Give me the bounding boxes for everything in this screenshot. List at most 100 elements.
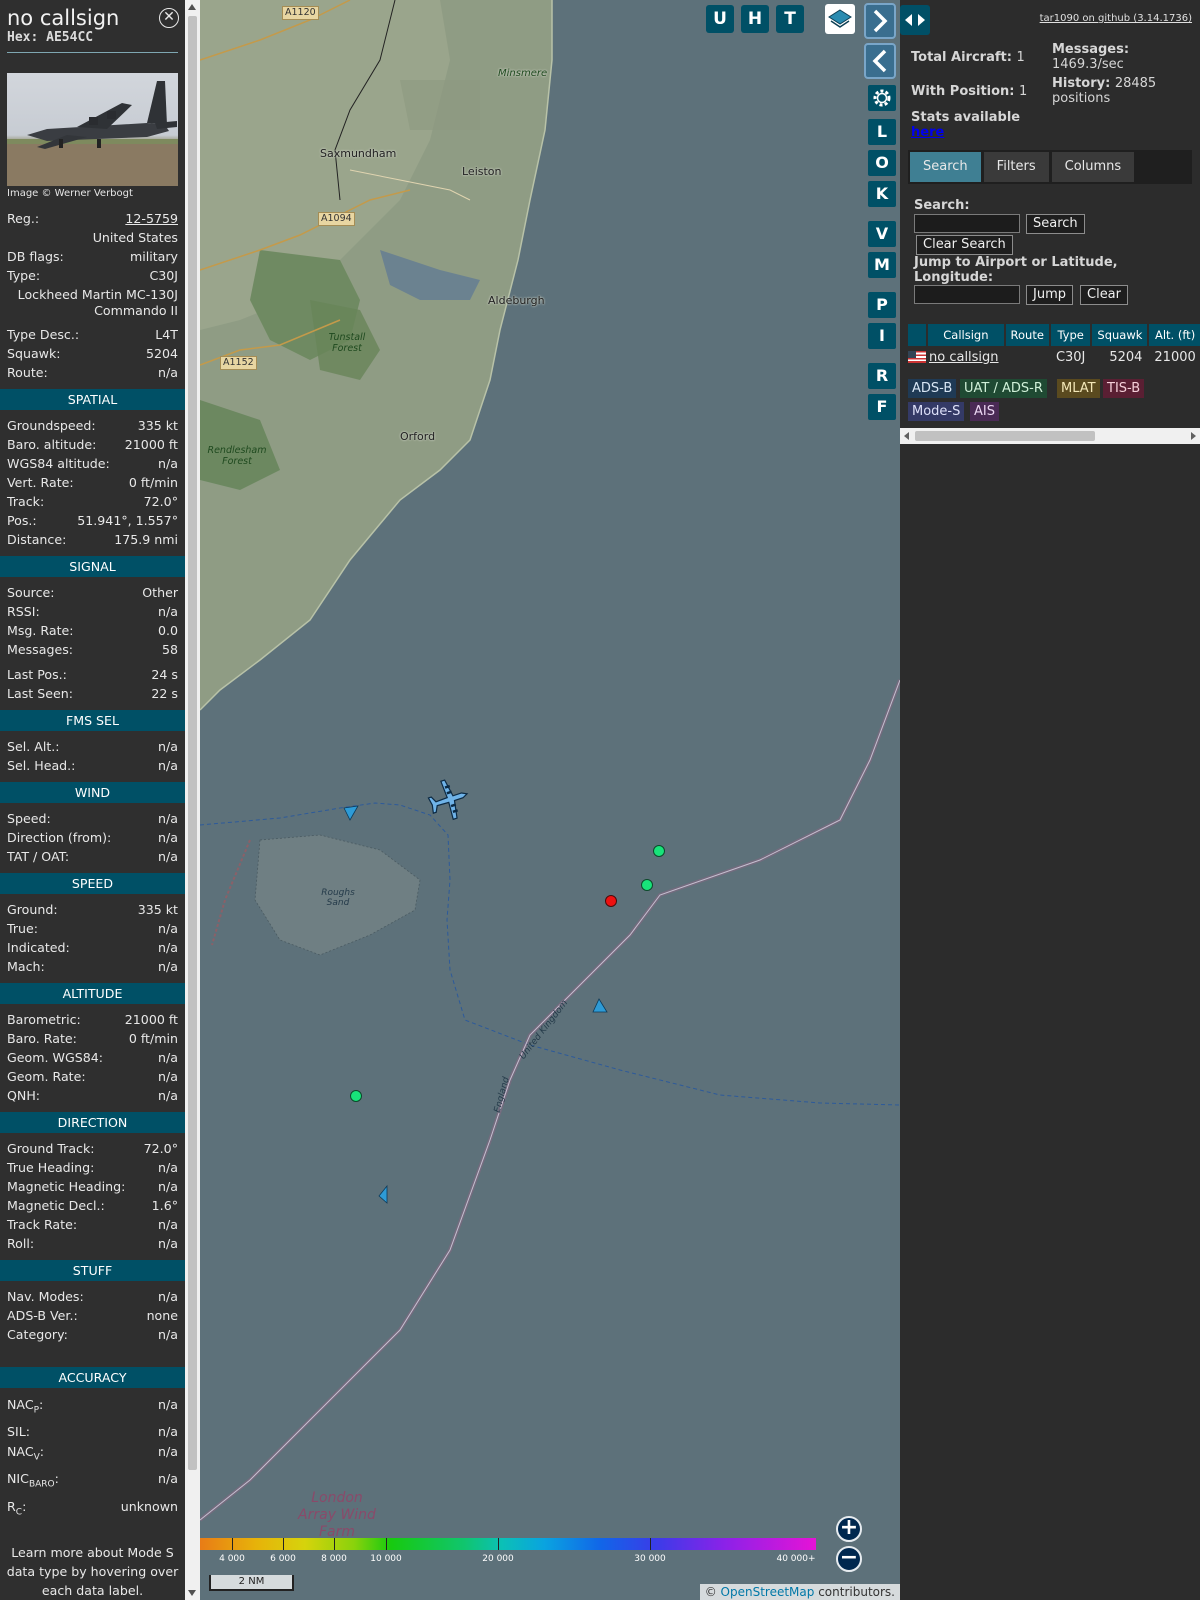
info-label[interactable]: Pos.: [7,511,37,530]
info-label[interactable]: Geom. Rate: [7,1067,86,1086]
info-label[interactable]: Speed: [7,809,51,828]
reg-link[interactable]: 12-5759 [125,209,178,228]
clear-jump-button[interactable]: Clear [1080,285,1128,305]
info-label[interactable]: ADS-B Ver.: [7,1306,78,1325]
map-view[interactable]: A1120 A1094 A1152 Saxmundham Leiston Min… [200,0,900,1600]
info-label[interactable]: Indicated: [7,938,70,957]
info-label[interactable]: Track: [7,492,44,511]
info-row: ADS-B Ver.: none [0,1306,185,1325]
map-button-v[interactable]: V [868,221,896,247]
col-flag[interactable] [908,324,927,346]
col-callsign[interactable]: Callsign [928,324,1004,346]
info-label[interactable]: SIL: [7,1422,30,1441]
badge-mlat[interactable]: MLAT [1057,379,1100,398]
info-label[interactable]: Ground Track: [7,1139,95,1158]
info-label[interactable]: Category: [7,1325,68,1344]
info-label[interactable]: Magnetic Heading: [7,1177,125,1196]
info-label[interactable]: RC: [7,1496,26,1524]
tab-search[interactable]: Search [910,152,981,182]
jump-button[interactable]: Jump [1026,285,1073,305]
info-label[interactable]: NACP: [7,1394,43,1422]
info-label[interactable]: Ground: [7,900,58,919]
col-route[interactable]: Route [1005,324,1049,346]
map-button-p[interactable]: P [868,292,896,318]
search-input[interactable] [914,214,1020,233]
toggle-sidebar-button[interactable] [900,5,930,35]
table-row[interactable]: no callsign C30J 5204 21000 [908,346,1200,368]
h-scroll-thumb[interactable] [915,431,1095,441]
map-button-i[interactable]: I [868,323,896,349]
search-button[interactable]: Search [1026,214,1085,234]
col-altitude[interactable]: Alt. (ft) [1149,324,1200,346]
map-button-l[interactable]: L [868,119,896,145]
col-type[interactable]: Type [1050,324,1091,346]
info-label[interactable]: NACV: [7,1441,44,1469]
scroll-right-icon[interactable] [1191,432,1196,440]
clear-search-button[interactable]: Clear Search [916,235,1013,255]
info-label[interactable]: Sel. Head.: [7,756,75,775]
info-label[interactable]: Baro. altitude: [7,435,96,454]
scroll-down-icon[interactable] [188,1590,196,1596]
expand-sidebar-button[interactable] [864,3,896,39]
info-label[interactable]: TAT / OAT: [7,847,69,866]
shrink-sidebar-button[interactable] [864,43,896,79]
badge-modes[interactable]: Mode-S [908,402,965,421]
info-label[interactable]: Distance: [7,530,66,549]
info-label[interactable]: Track Rate: [7,1215,77,1234]
stats-link[interactable]: here [911,125,944,140]
scroll-thumb[interactable] [188,16,197,1470]
jump-input[interactable] [914,285,1020,304]
info-label[interactable]: Msg. Rate: [7,621,74,640]
info-label[interactable]: Roll: [7,1234,34,1253]
info-label[interactable]: Groundspeed: [7,416,96,435]
info-label[interactable]: RSSI: [7,602,40,621]
map-button-m[interactable]: M [868,252,896,278]
tab-filters[interactable]: Filters [983,152,1049,182]
info-label[interactable]: Barometric: [7,1010,81,1029]
aircraft-photo[interactable] [7,73,178,186]
info-label[interactable]: Geom. WGS84: [7,1048,103,1067]
map-button-t[interactable]: T [776,5,804,33]
map-button-r[interactable]: R [868,363,896,389]
github-link[interactable]: tar1090 on github (3.14.1736) [1040,13,1192,24]
badge-ais[interactable]: AIS [970,402,999,421]
scroll-left-icon[interactable] [904,432,909,440]
info-label[interactable]: Baro. Rate: [7,1029,77,1048]
info-label[interactable]: Direction (from): [7,828,111,847]
info-label[interactable]: QNH: [7,1086,40,1105]
callsign-link[interactable]: no callsign [929,350,999,365]
close-icon[interactable]: ✕ [159,8,179,28]
info-label[interactable]: Mach: [7,957,45,976]
map-button-u[interactable]: U [706,5,734,33]
map-button-f[interactable]: F [868,394,896,420]
info-label[interactable]: Last Pos.: [7,665,67,684]
info-label[interactable]: Vert. Rate: [7,473,74,492]
info-label[interactable]: WGS84 altitude: [7,454,110,473]
tab-columns[interactable]: Columns [1051,152,1135,182]
info-label[interactable]: Magnetic Decl.: [7,1196,105,1215]
info-label[interactable]: Nav. Modes: [7,1287,84,1306]
map-button-h[interactable]: H [741,5,769,33]
zoom-out-button[interactable]: − [836,1546,862,1572]
info-label[interactable]: Messages: [7,640,73,659]
info-label[interactable]: True: [7,919,38,938]
scroll-up-icon[interactable] [188,4,196,10]
info-label[interactable]: True Heading: [7,1158,94,1177]
layers-button[interactable] [825,4,855,34]
badge-tisb[interactable]: TIS-B [1103,379,1145,398]
selected-aircraft-icon[interactable] [425,775,474,825]
badge-adsb[interactable]: ADS-B [908,379,957,398]
info-label[interactable]: Sel. Alt.: [7,737,60,756]
zoom-in-button[interactable]: + [836,1516,862,1542]
settings-button[interactable] [868,85,896,111]
osm-link[interactable]: OpenStreetMap [721,1585,815,1599]
table-horizontal-scrollbar[interactable] [900,428,1200,444]
col-squawk[interactable]: Squawk [1092,324,1148,346]
info-label[interactable]: Source: [7,583,55,602]
info-label[interactable]: NICBARO: [7,1468,59,1496]
info-label[interactable]: Last Seen: [7,684,73,703]
badge-uat[interactable]: UAT / ADS-R [960,379,1047,398]
map-button-o[interactable]: O [868,150,896,176]
info-panel-scrollbar[interactable] [185,0,200,1600]
map-button-k[interactable]: K [868,181,896,207]
